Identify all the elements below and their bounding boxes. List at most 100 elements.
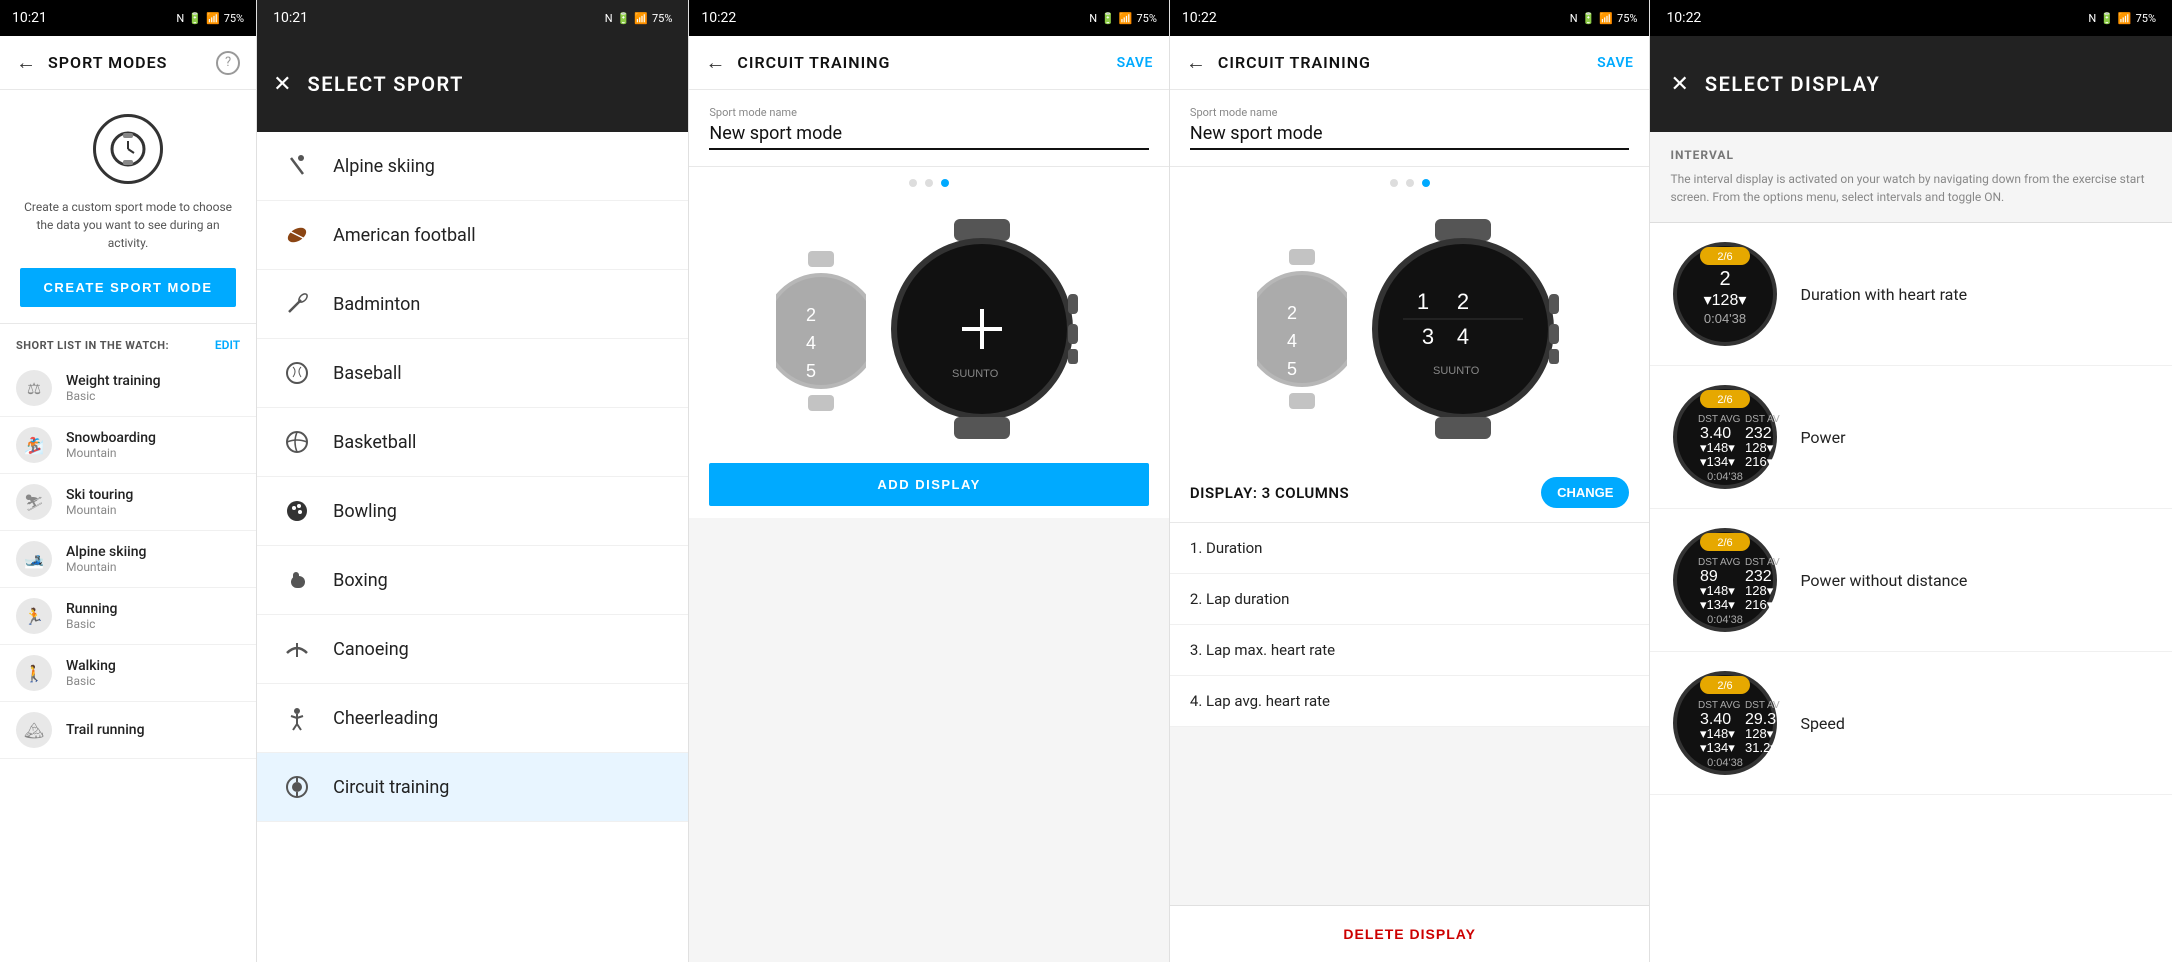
save-button-3[interactable]: SAVE <box>1117 55 1153 71</box>
help-button[interactable]: ? <box>216 51 240 75</box>
power-label: Power <box>1800 428 1845 447</box>
svg-text:▾148▾: ▾148▾ <box>1700 726 1735 741</box>
sport-list-item-weight-training[interactable]: ⚖ Weight training Basic <box>0 360 256 417</box>
sport-list: ⚖ Weight training Basic 🏂 Snowboarding M… <box>0 360 256 962</box>
sport-select-baseball[interactable]: Baseball <box>257 339 688 408</box>
dots-indicator-3 <box>689 167 1169 199</box>
svg-text:5: 5 <box>1287 359 1297 379</box>
back-button-1[interactable]: ← <box>16 50 36 75</box>
back-button-3[interactable]: ← <box>705 50 725 75</box>
save-button-4[interactable]: SAVE <box>1597 55 1633 71</box>
svg-text:▾134▾: ▾134▾ <box>1700 454 1735 469</box>
create-sport-mode-button[interactable]: CREATE SPORT MODE <box>20 268 236 307</box>
edit-button[interactable]: EDIT <box>215 338 240 352</box>
field-label-4: Sport mode name <box>1190 106 1630 119</box>
basketball-icon <box>281 426 313 458</box>
svg-text:DST AVG: DST AVG <box>1698 700 1741 711</box>
sport-name-walking: Walking <box>66 658 116 674</box>
add-display-button[interactable]: ADD DISPLAY <box>709 463 1149 506</box>
display-columns-label: DISPLAY: 3 COLUMNS <box>1190 484 1349 502</box>
sport-list-item-ski-touring[interactable]: ⛷ Ski touring Mountain <box>0 474 256 531</box>
sport-select-bowling[interactable]: Bowling <box>257 477 688 546</box>
sport-list-item-alpine[interactable]: 🎿 Alpine skiing Mountain <box>0 531 256 588</box>
list-header-label: SHORT LIST IN THE WATCH: <box>16 339 169 352</box>
watch-center-display-4: 1 2 3 4 SUUNTO <box>1363 219 1563 443</box>
sport-list-item-snowboarding[interactable]: 🏂 Snowboarding Mountain <box>0 417 256 474</box>
svg-text:0:04'38: 0:04'38 <box>1708 471 1744 483</box>
svg-text:▾134▾: ▾134▾ <box>1700 740 1735 755</box>
panel4-title: CIRCUIT TRAINING <box>1218 53 1597 72</box>
status-icons-2: N🔋📶75% <box>605 12 673 25</box>
sport-item-info-5: Running Basic <box>66 601 117 631</box>
sport-select-boxing[interactable]: Boxing <box>257 546 688 615</box>
american-football-icon <box>281 219 313 251</box>
delete-display-button[interactable]: DELETE DISPLAY <box>1170 910 1650 958</box>
status-bar-2: 10:21 N🔋📶75% <box>257 0 688 36</box>
select-display-title: SELECT DISPLAY <box>1705 72 1880 96</box>
sport-select-circuit-training[interactable]: Circuit training <box>257 753 688 822</box>
walking-icon: 🚶 <box>16 655 52 691</box>
display-columns-header: DISPLAY: 3 COLUMNS CHANGE <box>1170 463 1650 523</box>
watch-center-display: SUUNTO <box>882 219 1082 443</box>
sport-select-football-label: American football <box>333 225 476 246</box>
dot-4-3 <box>1422 179 1430 187</box>
sport-sub-weight: Basic <box>66 389 161 403</box>
watch-display-area-4: 2 4 5 1 2 3 4 SUUNTO <box>1170 199 1650 463</box>
sport-select-badminton[interactable]: Badminton <box>257 270 688 339</box>
sport-select-american-football[interactable]: American football <box>257 201 688 270</box>
sport-mode-name-4[interactable]: New sport mode <box>1190 123 1630 150</box>
display-option-speed[interactable]: 2/6 DST AVG DST AVG 3.40 29.3 ▾148▾ 128▾… <box>1650 652 2172 795</box>
svg-text:2: 2 <box>1720 268 1731 290</box>
sport-select-canoeing[interactable]: Canoeing <box>257 615 688 684</box>
panel-circuit-add: 10:22 N🔋📶75% ← CIRCUIT TRAINING SAVE Spo… <box>689 0 1170 962</box>
svg-text:216▾: 216▾ <box>1745 597 1774 612</box>
sport-item-info-2: Snowboarding Mountain <box>66 430 156 460</box>
hero-section: Create a custom sport mode to choose the… <box>0 90 256 324</box>
sport-list-item-trail[interactable]: 🏔 Trail running <box>0 702 256 759</box>
sport-name-trail: Trail running <box>66 722 145 738</box>
time-3: 10:22 <box>701 10 736 26</box>
svg-text:4: 4 <box>806 333 816 353</box>
interval-label: INTERVAL <box>1670 148 2152 162</box>
boxing-icon <box>281 564 313 596</box>
sport-mode-name-3[interactable]: New sport mode <box>709 123 1149 150</box>
display-item-3: 3. Lap max. heart rate <box>1170 625 1650 676</box>
watch-preview-duration-hr: 2/6 2 ▾128▾ 0:04'38 <box>1670 239 1780 349</box>
svg-text:4: 4 <box>1287 331 1297 351</box>
sport-select-bowling-label: Bowling <box>333 501 397 522</box>
sport-select-alpine-skiing[interactable]: Alpine skiing <box>257 132 688 201</box>
sport-list-item-running[interactable]: 🏃 Running Basic <box>0 588 256 645</box>
svg-text:2: 2 <box>1287 303 1297 323</box>
sport-select-cheerleading[interactable]: Cheerleading <box>257 684 688 753</box>
sport-select-basketball[interactable]: Basketball <box>257 408 688 477</box>
sport-list-item-walking[interactable]: 🚶 Walking Basic <box>0 645 256 702</box>
watch-icon <box>93 114 163 184</box>
close-button-5[interactable]: ✕ <box>1670 72 1688 97</box>
svg-text:2/6: 2/6 <box>1718 394 1733 406</box>
sport-name-weight: Weight training <box>66 373 161 389</box>
svg-text:DST AVG: DST AVG <box>1745 557 1780 568</box>
change-display-button[interactable]: CHANGE <box>1541 477 1629 508</box>
watch-preview-power-no-dist: 2/6 DST AVG DST AVG 89 232 ▾148▾ 128▾ ▾1… <box>1670 525 1780 635</box>
sport-name-ski: Ski touring <box>66 487 133 503</box>
select-sport-header: ✕ SELECT SPORT <box>257 36 688 132</box>
dot-1 <box>909 179 917 187</box>
sport-sub-alpine: Mountain <box>66 560 146 574</box>
time-2: 10:21 <box>273 10 308 26</box>
display-option-power[interactable]: 2/6 DST AVG DST AVG 3.40 232 ▾148▾ 128▾ … <box>1650 366 2172 509</box>
display-item-2: 2. Lap duration <box>1170 574 1650 625</box>
bowling-icon <box>281 495 313 527</box>
select-display-header: ✕ SELECT DISPLAY <box>1650 36 2172 132</box>
svg-text:DST AVG: DST AVG <box>1745 414 1780 425</box>
display-option-duration-hr[interactable]: 2/6 2 ▾128▾ 0:04'38 Duration with heart … <box>1650 223 2172 366</box>
watch-preview-left: 2 4 5 <box>776 251 866 411</box>
time-5: 10:22 <box>1666 10 1701 26</box>
svg-text:2: 2 <box>1457 289 1469 314</box>
dot-4-2 <box>1406 179 1414 187</box>
snowboarding-icon: 🏂 <box>16 427 52 463</box>
close-button-2[interactable]: ✕ <box>273 72 291 97</box>
display-option-power-no-distance[interactable]: 2/6 DST AVG DST AVG 89 232 ▾148▾ 128▾ ▾1… <box>1650 509 2172 652</box>
back-button-4[interactable]: ← <box>1186 50 1206 75</box>
badminton-icon <box>281 288 313 320</box>
cheerleading-icon <box>281 702 313 734</box>
